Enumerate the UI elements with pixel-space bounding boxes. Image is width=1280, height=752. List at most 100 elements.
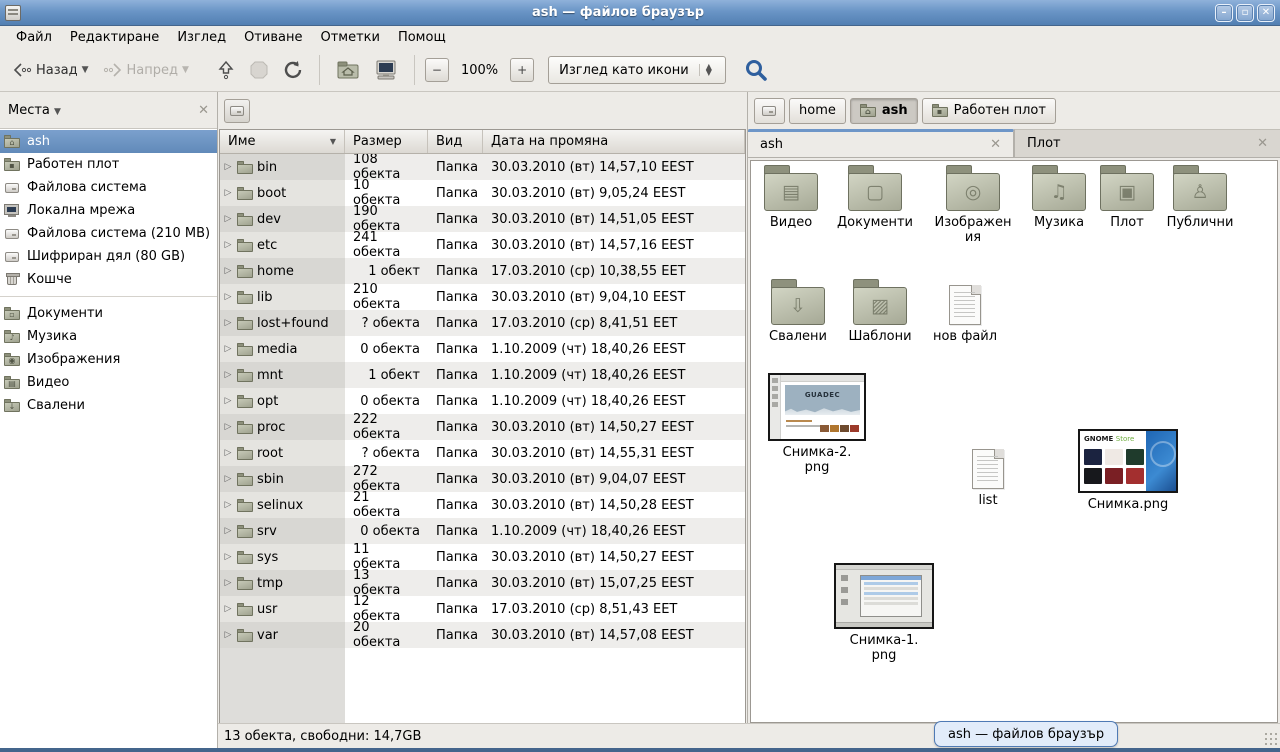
table-row-var[interactable]: ▷var20 обектаПапка30.03.2010 (вт) 14,57,… (220, 622, 745, 648)
icon-item-Публични[interactable]: ♙Публични (1152, 165, 1248, 230)
menu-Отиване[interactable]: Отиване (236, 28, 310, 47)
menu-Помощ[interactable]: Помощ (390, 28, 454, 47)
up-button[interactable] (211, 55, 241, 85)
expander-icon[interactable]: ▷ (222, 604, 234, 614)
expander-icon[interactable]: ▷ (222, 630, 234, 640)
icon-item-Снимка-2.png[interactable]: GUADECСнимка-2. png (769, 373, 865, 475)
zoom-out-button[interactable]: − (425, 58, 449, 82)
icon-item-Документи[interactable]: ▢Документи (827, 165, 923, 230)
expander-icon[interactable]: ▷ (222, 188, 234, 198)
stop-button[interactable] (243, 55, 275, 85)
expander-icon[interactable]: ▷ (222, 240, 234, 250)
table-row-lib[interactable]: ▷lib210 обектаПапка30.03.2010 (вт) 9,04,… (220, 284, 745, 310)
back-dropdown-icon[interactable]: ▼ (82, 65, 89, 75)
sidebar-item-Музика[interactable]: ♪Музика (0, 325, 217, 348)
breadcrumb-root[interactable] (754, 98, 785, 124)
maximize-button[interactable]: ▫ (1236, 4, 1254, 22)
forward-dropdown-icon[interactable]: ▼ (182, 65, 189, 75)
tab-Плот[interactable]: Плот✕ (1014, 129, 1280, 157)
icon-item-Снимка.png[interactable]: GNOME StoreСнимка.png (1080, 429, 1176, 512)
sidebar-item-Файлова система[interactable]: Файлова система (0, 176, 217, 199)
expander-icon[interactable]: ▷ (222, 344, 234, 354)
table-row-proc[interactable]: ▷proc222 обектаПапка30.03.2010 (вт) 14,5… (220, 414, 745, 440)
table-row-home[interactable]: ▷home1 обектПапка17.03.2010 (ср) 10,38,5… (220, 258, 745, 284)
table-row-media[interactable]: ▷media0 обектаПапка1.10.2009 (чт) 18,40,… (220, 336, 745, 362)
table-row-mnt[interactable]: ▷mnt1 обектПапка1.10.2009 (чт) 18,40,26 … (220, 362, 745, 388)
table-row-lost+found[interactable]: ▷lost+found? обектаПапка17.03.2010 (ср) … (220, 310, 745, 336)
column-header-Размер[interactable]: Размер (345, 130, 428, 153)
sidebar-item-Изображения[interactable]: ◉Изображения (0, 348, 217, 371)
sidebar-item-Файлова система (210 MB)[interactable]: Файлова система (210 MB) (0, 222, 217, 245)
root-location-button[interactable] (224, 99, 250, 123)
back-button[interactable]: Назад ▼ (6, 56, 95, 84)
sidebar-item-Работен плот[interactable]: ▪Работен плот (0, 153, 217, 176)
icon-item-нов файл[interactable]: нов файл (917, 279, 1013, 344)
menu-Файл[interactable]: Файл (8, 28, 60, 47)
expander-icon[interactable]: ▷ (222, 214, 234, 224)
expander-icon[interactable]: ▷ (222, 292, 234, 302)
sidebar-close-icon[interactable]: ✕ (198, 103, 209, 118)
expander-icon[interactable]: ▷ (222, 448, 234, 458)
expander-icon[interactable]: ▷ (222, 526, 234, 536)
icon-view-canvas[interactable]: ▤Видео▢Документи◎Изображен ия♫Музика▣Пло… (750, 160, 1278, 723)
sidebar-item-Локална мрежа[interactable]: Локална мрежа (0, 199, 217, 222)
tab-ash[interactable]: ash✕ (748, 129, 1014, 157)
expander-icon[interactable]: ▷ (222, 474, 234, 484)
view-mode-select[interactable]: Изглед като икони ▲▼ (548, 56, 726, 84)
expander-icon[interactable]: ▷ (222, 500, 234, 510)
expander-icon[interactable]: ▷ (222, 552, 234, 562)
icon-item-Видео[interactable]: ▤Видео (750, 165, 839, 230)
expander-icon[interactable]: ▷ (222, 396, 234, 406)
table-row-tmp[interactable]: ▷tmp13 обектаПапка30.03.2010 (вт) 15,07,… (220, 570, 745, 596)
breadcrumb-home[interactable]: home (789, 98, 846, 124)
table-row-sbin[interactable]: ▷sbin272 обектаПапка30.03.2010 (вт) 9,04… (220, 466, 745, 492)
sidebar-title[interactable]: Места ▼ (8, 103, 198, 118)
expander-icon[interactable]: ▷ (222, 266, 234, 276)
sidebar-item-Шифриран дял (80 GB)[interactable]: Шифриран дял (80 GB) (0, 245, 217, 268)
breadcrumb-Работен плот[interactable]: ▪Работен плот (922, 98, 1056, 124)
column-header-Име[interactable]: Име▼ (220, 130, 345, 153)
column-header-Вид[interactable]: Вид (428, 130, 483, 153)
sidebar-item-Свалени[interactable]: ↓Свалени (0, 394, 217, 417)
table-row-usr[interactable]: ▷usr12 обектаПапка17.03.2010 (ср) 8,51,4… (220, 596, 745, 622)
sidebar-item-Кошче[interactable]: Кошче (0, 268, 217, 291)
table-row-dev[interactable]: ▷dev190 обектаПапка30.03.2010 (вт) 14,51… (220, 206, 745, 232)
sidebar-item-ash[interactable]: ⌂ash (0, 130, 217, 153)
tab-close-icon[interactable]: ✕ (1257, 136, 1268, 151)
search-button[interactable] (738, 53, 774, 87)
forward-button[interactable]: Напред ▼ (97, 56, 195, 84)
expander-icon[interactable]: ▷ (222, 318, 234, 328)
table-row-selinux[interactable]: ▷selinux21 обектаПапка30.03.2010 (вт) 14… (220, 492, 745, 518)
table-row-srv[interactable]: ▷srv0 обектаПапка1.10.2009 (чт) 18,40,26… (220, 518, 745, 544)
sidebar-item-Видео[interactable]: ▤Видео (0, 371, 217, 394)
column-header-Дата на промяна[interactable]: Дата на промяна (483, 130, 745, 153)
menu-Изглед[interactable]: Изглед (169, 28, 234, 47)
menu-Редактиране[interactable]: Редактиране (62, 28, 167, 47)
table-row-etc[interactable]: ▷etc241 обектаПапка30.03.2010 (вт) 14,57… (220, 232, 745, 258)
table-row-root[interactable]: ▷root? обектаПапка30.03.2010 (вт) 14,55,… (220, 440, 745, 466)
table-row-boot[interactable]: ▷boot10 обектаПапка30.03.2010 (вт) 9,05,… (220, 180, 745, 206)
expander-icon[interactable]: ▷ (222, 578, 234, 588)
home-button[interactable] (330, 55, 366, 85)
icon-item-Снимка-1.png[interactable]: Снимка-1. png (836, 563, 932, 663)
expander-icon[interactable]: ▷ (222, 370, 234, 380)
minimize-button[interactable]: – (1215, 4, 1233, 22)
breadcrumb-ash[interactable]: ⌂ash (850, 98, 918, 124)
expander-icon[interactable]: ▷ (222, 422, 234, 432)
zoom-in-button[interactable]: + (510, 58, 534, 82)
table-row-sys[interactable]: ▷sys11 обектаПапка30.03.2010 (вт) 14,50,… (220, 544, 745, 570)
sidebar-item-Документи[interactable]: ▫Документи (0, 302, 217, 325)
cell-size: 1 обект (345, 258, 428, 284)
menu-Отметки[interactable]: Отметки (312, 28, 387, 47)
table-row-bin[interactable]: ▷bin108 обектаПапка30.03.2010 (вт) 14,57… (220, 154, 745, 180)
resize-grip[interactable] (1264, 732, 1278, 746)
reload-button[interactable] (277, 55, 309, 85)
close-button[interactable]: ✕ (1257, 4, 1275, 22)
icon-item-Шаблони[interactable]: ▨Шаблони (832, 279, 928, 344)
table-row-opt[interactable]: ▷opt0 обектаПапка1.10.2009 (чт) 18,40,26… (220, 388, 745, 414)
icon-item-list[interactable]: list (940, 443, 1036, 508)
expander-icon[interactable]: ▷ (222, 162, 234, 172)
icon-item-Изображения[interactable]: ◎Изображен ия (925, 165, 1021, 245)
tab-close-icon[interactable]: ✕ (990, 137, 1001, 152)
computer-button[interactable] (368, 54, 404, 86)
